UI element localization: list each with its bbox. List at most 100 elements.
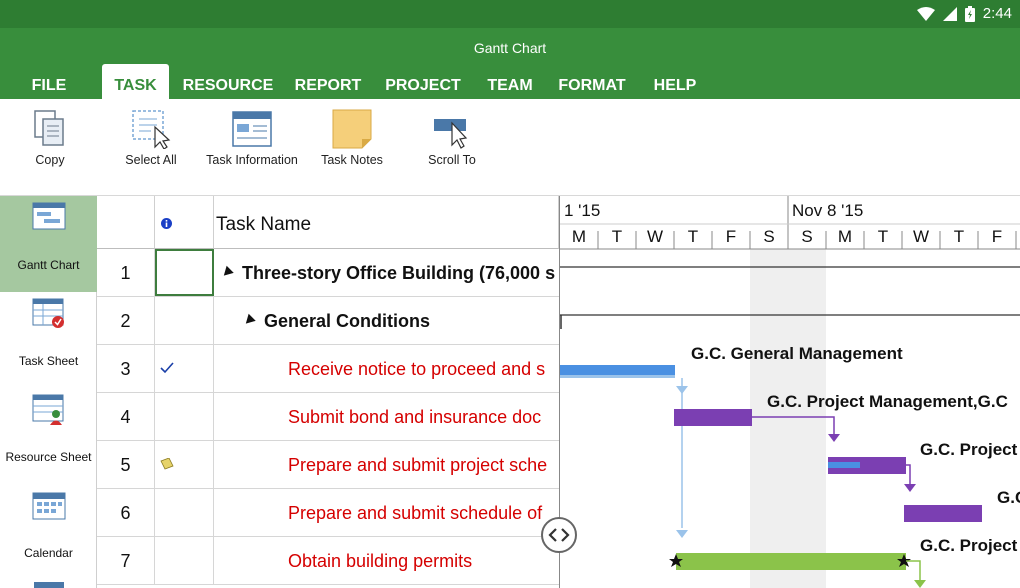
week-label: Nov 8 '15 (792, 201, 864, 220)
dependency-line (906, 560, 921, 582)
menu-resource[interactable]: RESOURCE (180, 64, 276, 99)
task-name: Prepare and submit schedule of (214, 489, 559, 537)
menu-report[interactable]: REPORT (290, 64, 366, 99)
day-label: T (611, 227, 623, 246)
collapse-triangle-icon[interactable] (220, 265, 234, 279)
task-name: Receive notice to proceed and s (214, 345, 559, 393)
day-label: W (912, 227, 930, 246)
row-number[interactable]: 4 (97, 393, 155, 441)
table-row[interactable]: 4 Submit bond and insurance doc (97, 393, 559, 441)
indicator-cell[interactable] (155, 441, 214, 489)
menu-task[interactable]: TASK (102, 64, 169, 99)
dependency-arrow (828, 434, 840, 442)
indicator-cell[interactable] (155, 489, 214, 537)
info-icon (161, 218, 172, 229)
menu-file[interactable]: FILE (20, 64, 78, 99)
collapse-triangle-icon[interactable] (242, 313, 256, 327)
row-number[interactable]: 3 (97, 345, 155, 393)
task-name: Obtain building permits (214, 537, 559, 585)
view-resource-sheet[interactable]: Resource Sheet (0, 388, 97, 484)
status-icons: 2:44 (916, 5, 1012, 22)
row-number[interactable]: 6 (97, 489, 155, 537)
view-task-sheet[interactable]: Task Sheet (0, 292, 97, 388)
table-row[interactable]: 2 General Conditions (97, 297, 559, 345)
table-row[interactable]: 1 Three-story Office Building (76,000 s (97, 249, 559, 297)
bar-resource-label: G.C (997, 488, 1020, 507)
view-label: Gantt Chart (17, 258, 80, 272)
menu-format[interactable]: FORMAT (552, 64, 632, 99)
app-window: 2:44 Gantt Chart FILE TASK RESOURCE REPO… (0, 0, 1020, 588)
task-name: Submit bond and insurance doc (214, 393, 559, 441)
bar-resource-label: G.C. Project (920, 440, 1018, 459)
day-label: F (991, 227, 1003, 246)
task-name-cell[interactable]: Three-story Office Building (76,000 s (214, 249, 559, 297)
indicator-cell[interactable] (155, 249, 214, 296)
task-name-cell[interactable]: Receive notice to proceed and s (214, 345, 559, 393)
task-name: Prepare and submit project sche (214, 441, 559, 489)
day-label: M (571, 227, 587, 246)
select-all-label: Select All (125, 153, 177, 167)
dependency-line (906, 464, 911, 484)
task-progress (560, 375, 675, 378)
task-name-cell[interactable]: Obtain building permits (214, 537, 559, 585)
view-label: Resource Sheet (5, 450, 92, 464)
task-name-text: Prepare and submit schedule of (288, 503, 543, 523)
table-row[interactable]: 6 Prepare and submit schedule of (97, 489, 559, 537)
task-name-cell[interactable]: General Conditions (214, 297, 559, 345)
view-bar: Gantt Chart Task Sheet Resource Sheet Ca… (0, 196, 97, 588)
table-row[interactable]: 7 Obtain building permits (97, 537, 559, 585)
task-name-text: General Conditions (264, 311, 431, 331)
row-number[interactable]: 1 (97, 249, 155, 297)
view-calendar[interactable]: Calendar (0, 484, 97, 580)
select-all-button[interactable]: Select All (101, 105, 201, 168)
task-name: General Conditions (214, 297, 559, 345)
gantt-chart[interactable]: 1 '15 Nov 8 '15 M T W T F S S M T W T F G.C. General … (559, 196, 1020, 588)
task-name: Three-story Office Building (76,000 s (214, 249, 559, 297)
bar-resource-label: G.C. Project (920, 536, 1018, 555)
indicator-cell[interactable] (155, 393, 214, 441)
task-name-cell[interactable]: Prepare and submit project sche (214, 441, 559, 489)
task-name-text: Submit bond and insurance doc (288, 407, 542, 427)
copy-label: Copy (35, 153, 65, 167)
table-row[interactable]: 3 Receive notice to proceed and s (97, 345, 559, 393)
indicator-cell[interactable] (155, 345, 214, 393)
day-label: F (725, 227, 737, 246)
view-gantt-chart[interactable]: Gantt Chart (0, 196, 97, 292)
task-notes-button[interactable]: Task Notes (302, 105, 402, 168)
bar-resource-label: G.C. General Management (691, 344, 903, 363)
indicators-header[interactable] (155, 196, 214, 249)
menu-project[interactable]: PROJECT (380, 64, 466, 99)
indicator-cell[interactable] (155, 297, 214, 345)
task-name-cell[interactable]: Submit bond and insurance doc (214, 393, 559, 441)
dependency-arrow (914, 580, 926, 588)
task-name-header[interactable]: Task Name (214, 196, 559, 249)
resource-sheet-icon (32, 394, 63, 425)
dependency-arrow (904, 484, 916, 492)
task-name-text: Obtain building permits (288, 551, 473, 571)
indicator-cell[interactable] (155, 537, 214, 585)
task-progress (828, 462, 860, 468)
menu-help[interactable]: HELP (648, 64, 702, 99)
status-bar: 2:44 (0, 0, 1020, 28)
table-row[interactable]: 5 Prepare and submit project sche (97, 441, 559, 489)
pane-splitter[interactable] (541, 517, 577, 553)
copy-button[interactable]: Copy (0, 105, 100, 168)
menu-team[interactable]: TEAM (480, 64, 540, 99)
day-label: W (646, 227, 664, 246)
task-information-button[interactable]: Task Information (202, 105, 302, 168)
bar-resource-label: G.C. Project Management,G.C (767, 392, 1008, 411)
scroll-to-icon (434, 119, 468, 149)
row-number-header[interactable] (97, 196, 155, 249)
task-name-text: Prepare and submit project sche (288, 455, 548, 475)
task-name-text: Receive notice to proceed and s (288, 359, 546, 379)
task-bar (676, 553, 906, 570)
scroll-to-button[interactable]: Scroll To (402, 105, 502, 168)
copy-icon (34, 110, 64, 146)
task-name-cell[interactable]: Prepare and submit schedule of (214, 489, 559, 537)
app-title: Gantt Chart (473, 40, 547, 56)
task-information-icon (232, 111, 272, 147)
row-number[interactable]: 5 (97, 441, 155, 489)
row-number[interactable]: 2 (97, 297, 155, 345)
row-number[interactable]: 7 (97, 537, 155, 585)
signal-icon (942, 6, 957, 21)
